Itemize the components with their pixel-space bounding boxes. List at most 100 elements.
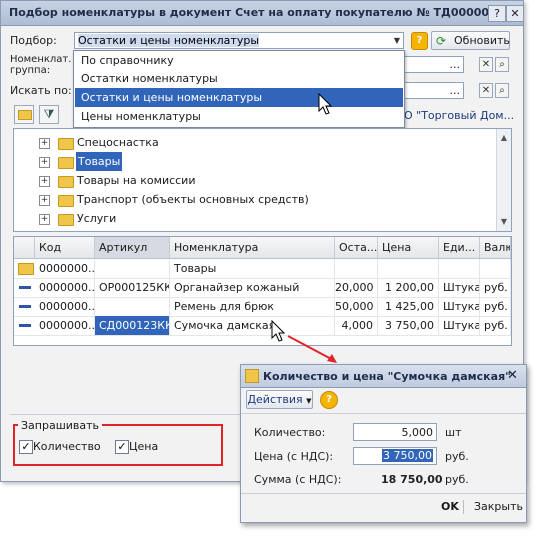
actions-menu-button[interactable]: Действия ▼ (246, 390, 313, 409)
request-group-highlight: Запрашивать ✓ Количество ✓ Цена (13, 419, 223, 466)
column-header[interactable]: Оста... (335, 237, 378, 258)
dropdown-arrow-icon[interactable]: ▼ (394, 36, 400, 45)
tree-item[interactable]: + Товары на комиссии (14, 171, 494, 190)
cell-code: 0000000... (35, 259, 95, 278)
tree-item-label: Товары (76, 152, 123, 171)
org-link[interactable]: О "Торговый Дом... (404, 109, 514, 122)
expand-icon[interactable]: + (39, 138, 50, 149)
filter-icon[interactable]: ⧩ (39, 105, 59, 124)
qty-price-dialog: Количество и цена "Сумочка дамская" ✕ Де… (240, 364, 527, 523)
column-header-icon[interactable] (14, 237, 35, 258)
refresh-button[interactable]: ⟳ Обновить (431, 31, 510, 50)
cell-name: Ремень для брюк (170, 297, 335, 316)
nomenkl-label-1: Номенклат. (10, 54, 72, 65)
close-button[interactable]: ✕ (506, 5, 524, 22)
request-group-title: Запрашивать (18, 419, 103, 432)
folder-icon (18, 263, 34, 275)
refresh-label: Обновить (454, 34, 510, 47)
column-header[interactable]: Код (35, 237, 95, 258)
cell-currency: руб. (480, 278, 511, 297)
qty-input[interactable]: 5,000 (353, 423, 437, 441)
column-header[interactable]: Валю (480, 237, 511, 258)
table-row[interactable]: 0000000... Товары (14, 259, 511, 279)
chevron-down-icon: ▼ (306, 397, 312, 405)
tree-item[interactable]: + Услуги (14, 209, 494, 228)
cell-currency (480, 259, 511, 278)
folder-icon (58, 195, 74, 207)
tree-item[interactable]: + Транспорт (объекты основных средств) (14, 190, 494, 209)
dialog-title-bar[interactable]: Количество и цена "Сумочка дамская" ✕ (241, 365, 526, 388)
folder-icon (58, 176, 74, 188)
expand-icon[interactable]: + (39, 195, 50, 206)
folder-icon (58, 138, 74, 150)
cell-currency: руб. (480, 316, 511, 335)
dropdown-item-selected[interactable]: Остатки и цены номенклатуры (75, 88, 403, 107)
price-input[interactable]: 3 750,00 (353, 447, 437, 465)
nomenkl-group-field[interactable]: ... (404, 56, 464, 73)
window-title: Подбор номенклатуры в документ Счет на о… (9, 6, 517, 19)
clear-icon[interactable]: ✕ (479, 57, 493, 72)
dropdown-item[interactable]: Остатки номенклатуры (75, 69, 403, 88)
items-table: Код Артикул Номенклатура Оста... Цена Ед… (13, 236, 512, 346)
title-bar[interactable]: Подбор номенклатуры в документ Счет на о… (1, 1, 524, 26)
cell-price (378, 259, 439, 278)
tree-item-label: Транспорт (объекты основных средств) (77, 193, 309, 206)
price-checkbox-label[interactable]: Цена (129, 440, 158, 453)
cell-unit: Штука (439, 278, 480, 297)
cell-price: 1 425,00 (378, 297, 439, 316)
help-icon[interactable]: ? (411, 32, 428, 50)
folder-icon (58, 214, 74, 226)
tree-scrollbar[interactable]: ▲ ▼ (496, 129, 511, 231)
tree-item-selected[interactable]: + Товары (14, 152, 494, 171)
qty-checkbox[interactable]: ✓ (19, 440, 33, 454)
cell-rest (335, 259, 378, 278)
expand-icon[interactable]: + (39, 214, 50, 225)
help-button[interactable]: ? (488, 5, 506, 22)
cell-article (95, 259, 170, 278)
nomenkl-label-2: группа: (10, 65, 51, 76)
sum-label: Сумма (с НДС): (254, 473, 342, 486)
dialog-divider (241, 413, 526, 414)
column-header[interactable]: Цена (378, 237, 439, 258)
dialog-divider (241, 493, 526, 494)
item-icon (19, 305, 31, 308)
dialog-close-button[interactable]: ✕ (507, 368, 518, 383)
podbor-select[interactable]: Остатки и цены номенклатуры ▼ (74, 32, 404, 49)
search-icon[interactable]: ⌕ (495, 83, 509, 98)
help-icon[interactable]: ? (320, 391, 338, 409)
cell-price: 1 200,00 (378, 278, 439, 297)
cell-code: 0000000... (35, 297, 95, 316)
cell-article-selected[interactable]: СД000123КК (95, 316, 170, 335)
qty-value: 5,000 (401, 426, 434, 439)
expand-icon[interactable]: + (39, 176, 50, 187)
dropdown-item[interactable]: Цены номенклатуры (75, 107, 403, 126)
column-header[interactable]: Еди... (439, 237, 480, 258)
price-checkbox[interactable]: ✓ (115, 440, 129, 454)
search-icon[interactable]: ⌕ (495, 57, 509, 72)
select-dots-icon[interactable]: ... (450, 84, 461, 97)
column-header[interactable]: Номенклатура (170, 237, 335, 258)
tree-item[interactable]: + Спецоснастка (14, 133, 494, 152)
scroll-down-icon[interactable]: ▼ (497, 215, 511, 229)
refresh-icon: ⟳ (436, 34, 447, 48)
podbor-value: Остатки и цены номенклатуры (78, 34, 260, 47)
select-dots-icon[interactable]: ... (450, 58, 461, 71)
cell-code: 0000000... (35, 316, 95, 335)
mouse-cursor-icon (318, 93, 333, 115)
table-row[interactable]: 0000000... Ремень для брюк 50,000 1 425,… (14, 297, 511, 317)
cell-currency: руб. (480, 297, 511, 316)
cell-code: 0000000... (35, 278, 95, 297)
close-dialog-button[interactable]: Закрыть (474, 500, 523, 513)
dropdown-item[interactable]: По справочнику (75, 51, 403, 70)
ok-button[interactable]: OK (441, 500, 459, 513)
clear-icon[interactable]: ✕ (479, 83, 493, 98)
tree-item-label: Товары на комиссии (77, 174, 196, 187)
column-header[interactable]: Артикул (95, 237, 170, 258)
table-row[interactable]: 0000000... ОР000125КК Органайзер кожаный… (14, 278, 511, 298)
search-by-field[interactable]: ... (404, 82, 464, 99)
table-row-selected[interactable]: 0000000... СД000123КК Сумочка дамская 4,… (14, 316, 511, 336)
qty-checkbox-label[interactable]: Количество (33, 440, 101, 453)
scroll-up-icon[interactable]: ▲ (497, 131, 511, 145)
expand-icon[interactable]: + (39, 157, 50, 168)
tree-view-icon[interactable] (14, 105, 34, 124)
